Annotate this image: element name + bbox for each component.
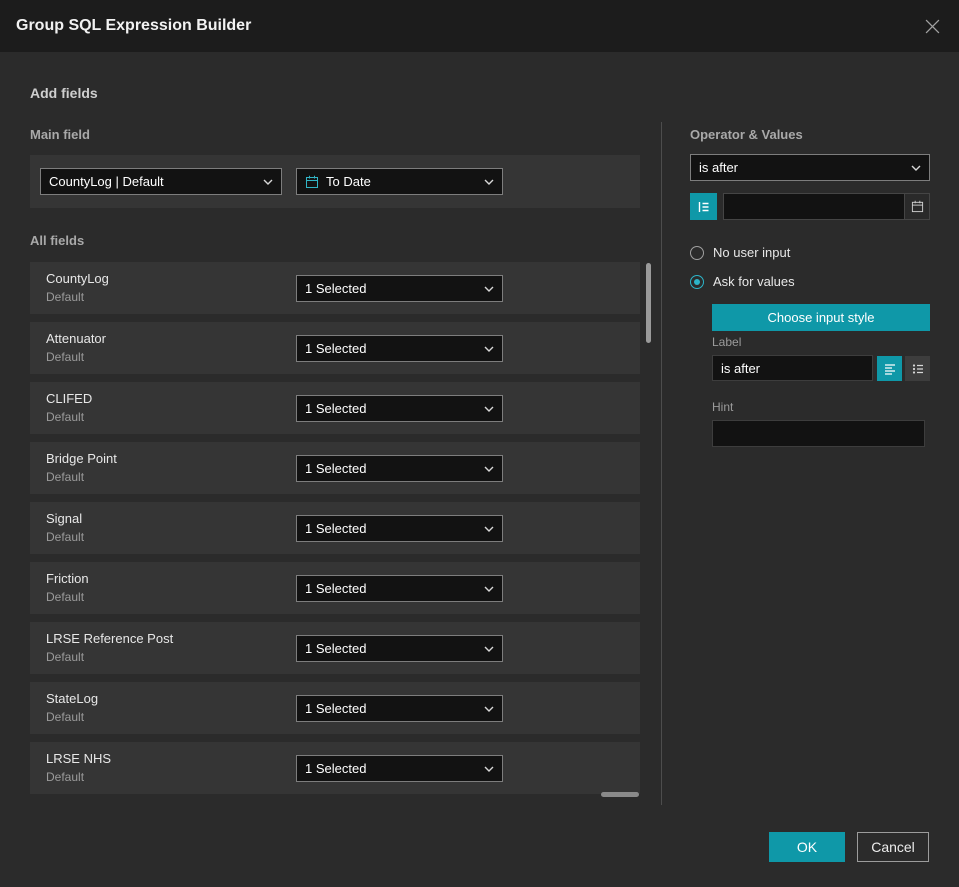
- main-field-panel: CountyLog | Default To Date: [30, 155, 640, 208]
- cancel-button[interactable]: Cancel: [857, 832, 929, 862]
- operator-values-heading: Operator & Values: [690, 127, 803, 142]
- label-input[interactable]: [712, 355, 873, 381]
- value-input-group: [723, 193, 930, 220]
- field-selection-dropdown[interactable]: 1 Selected: [296, 755, 503, 782]
- date-type-dropdown-value: To Date: [326, 174, 371, 189]
- calendar-icon: [305, 175, 319, 189]
- field-name: Friction: [46, 571, 89, 586]
- field-selection-dropdown[interactable]: 1 Selected: [296, 275, 503, 302]
- chevron-down-icon: [484, 706, 494, 712]
- chevron-down-icon: [484, 346, 494, 352]
- field-type: Default: [46, 350, 85, 364]
- field-selection-dropdown[interactable]: 1 Selected: [296, 335, 503, 362]
- add-fields-heading: Add fields: [30, 85, 98, 101]
- horizontal-scrollbar-thumb[interactable]: [601, 792, 639, 797]
- field-name: CountyLog: [46, 271, 109, 286]
- field-type: Default: [46, 290, 85, 304]
- field-type: Default: [46, 650, 85, 664]
- hint-field-label: Hint: [712, 400, 734, 414]
- field-row: StateLog Default 1 Selected: [30, 682, 640, 734]
- field-name: CLIFED: [46, 391, 93, 406]
- field-type: Default: [46, 410, 85, 424]
- chevron-down-icon: [484, 179, 494, 185]
- field-selection-value: 1 Selected: [305, 281, 367, 296]
- field-name: Signal: [46, 511, 83, 526]
- operator-dropdown[interactable]: is after: [690, 154, 930, 181]
- close-icon[interactable]: [921, 15, 943, 37]
- field-row: Friction Default 1 Selected: [30, 562, 640, 614]
- value-input[interactable]: [724, 194, 904, 219]
- radio-ask-for-values[interactable]: Ask for values: [690, 274, 795, 289]
- ok-button[interactable]: OK: [769, 832, 845, 862]
- field-selection-value: 1 Selected: [305, 521, 367, 536]
- radio-circle-icon: [690, 274, 704, 289]
- field-selection-value: 1 Selected: [305, 641, 367, 656]
- field-row: LRSE Reference Post Default 1 Selected: [30, 622, 640, 674]
- chevron-down-icon: [484, 286, 494, 292]
- field-selection-dropdown[interactable]: 1 Selected: [296, 575, 503, 602]
- field-name: LRSE Reference Post: [46, 631, 174, 646]
- field-name: Attenuator: [46, 331, 106, 346]
- field-row: CountyLog Default 1 Selected: [30, 262, 640, 314]
- field-row: LRSE NHS Default 1 Selected: [30, 742, 640, 794]
- field-type: Default: [46, 590, 85, 604]
- chevron-down-icon: [484, 646, 494, 652]
- field-selection-value: 1 Selected: [305, 581, 367, 596]
- field-type: Default: [46, 770, 85, 784]
- field-selection-value: 1 Selected: [305, 461, 367, 476]
- field-selection-value: 1 Selected: [305, 761, 367, 776]
- radio-label: No user input: [713, 245, 791, 260]
- field-name: LRSE NHS: [46, 751, 112, 766]
- field-selection-dropdown[interactable]: 1 Selected: [296, 455, 503, 482]
- field-type: Default: [46, 470, 85, 484]
- radio-circle-icon: [690, 245, 704, 260]
- main-field-dropdown-value: CountyLog | Default: [49, 174, 164, 189]
- choose-input-style-button[interactable]: Choose input style: [712, 304, 930, 331]
- field-row: Attenuator Default 1 Selected: [30, 322, 640, 374]
- panel-divider: [661, 122, 662, 805]
- field-selection-dropdown[interactable]: 1 Selected: [296, 395, 503, 422]
- chevron-down-icon: [911, 165, 921, 171]
- field-row: CLIFED Default 1 Selected: [30, 382, 640, 434]
- field-selection-dropdown[interactable]: 1 Selected: [296, 515, 503, 542]
- field-selection-dropdown[interactable]: 1 Selected: [296, 635, 503, 662]
- main-field-label: Main field: [30, 127, 90, 142]
- field-selection-dropdown[interactable]: 1 Selected: [296, 695, 503, 722]
- dialog-titlebar: Group SQL Expression Builder: [0, 0, 959, 52]
- field-name: Bridge Point: [46, 451, 117, 466]
- dialog-title: Group SQL Expression Builder: [16, 17, 252, 34]
- label-field-label: Label: [712, 335, 742, 349]
- vertical-scrollbar-thumb[interactable]: [646, 263, 651, 343]
- field-selection-value: 1 Selected: [305, 701, 367, 716]
- all-fields-list: CountyLog Default 1 Selected Attenuator …: [30, 262, 640, 794]
- date-type-dropdown[interactable]: To Date: [296, 168, 503, 195]
- field-type: Default: [46, 710, 85, 724]
- chevron-down-icon: [484, 766, 494, 772]
- main-field-dropdown[interactable]: CountyLog | Default: [40, 168, 282, 195]
- align-left-icon[interactable]: [877, 356, 902, 381]
- field-selection-value: 1 Selected: [305, 341, 367, 356]
- radio-no-user-input[interactable]: No user input: [690, 245, 790, 260]
- hint-input[interactable]: [712, 420, 925, 447]
- operator-dropdown-value: is after: [699, 160, 739, 175]
- chevron-down-icon: [484, 526, 494, 532]
- calendar-icon[interactable]: [904, 194, 929, 219]
- all-fields-label: All fields: [30, 233, 85, 248]
- chevron-down-icon: [484, 406, 494, 412]
- radio-label: Ask for values: [713, 274, 795, 289]
- field-type: Default: [46, 530, 85, 544]
- chevron-down-icon: [484, 466, 494, 472]
- values-list-icon[interactable]: [690, 193, 717, 220]
- field-selection-value: 1 Selected: [305, 401, 367, 416]
- field-row: Bridge Point Default 1 Selected: [30, 442, 640, 494]
- field-name: StateLog: [46, 691, 99, 706]
- chevron-down-icon: [263, 179, 273, 185]
- bullet-list-icon[interactable]: [905, 356, 930, 381]
- field-row: Signal Default 1 Selected: [30, 502, 640, 554]
- chevron-down-icon: [484, 586, 494, 592]
